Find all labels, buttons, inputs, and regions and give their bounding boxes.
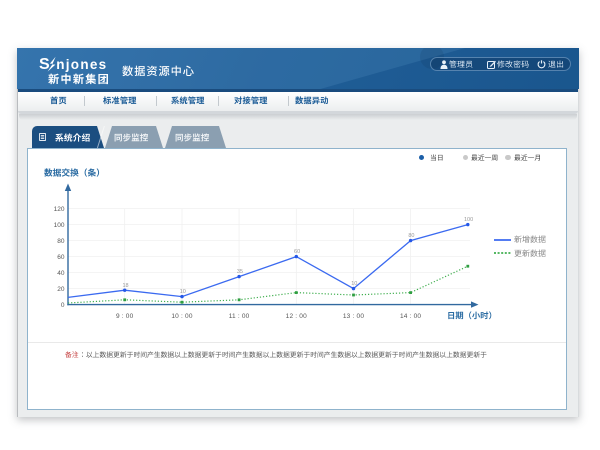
svg-text:11 : 00: 11 : 00: [229, 313, 250, 320]
svg-text:18: 18: [122, 283, 128, 289]
svg-text:14 : 00: 14 : 00: [400, 313, 421, 320]
svg-text:12 : 00: 12 : 00: [286, 313, 307, 320]
svg-text:9 : 00: 9 : 00: [116, 313, 134, 320]
svg-text:80: 80: [57, 238, 65, 245]
svg-text:40: 40: [57, 270, 65, 277]
svg-text:13 : 00: 13 : 00: [343, 313, 364, 320]
svg-text:10: 10: [351, 281, 357, 287]
svg-text:80: 80: [408, 233, 414, 239]
svg-text:20: 20: [57, 286, 65, 293]
svg-text:0: 0: [61, 302, 65, 309]
svg-text:120: 120: [54, 206, 65, 213]
svg-text:60: 60: [57, 254, 65, 261]
svg-text:100: 100: [54, 222, 65, 229]
svg-text:60: 60: [294, 249, 300, 255]
svg-text:100: 100: [464, 217, 473, 223]
svg-text:10 : 00: 10 : 00: [171, 313, 192, 320]
svg-text:10: 10: [180, 289, 186, 295]
svg-text:35: 35: [237, 269, 243, 275]
